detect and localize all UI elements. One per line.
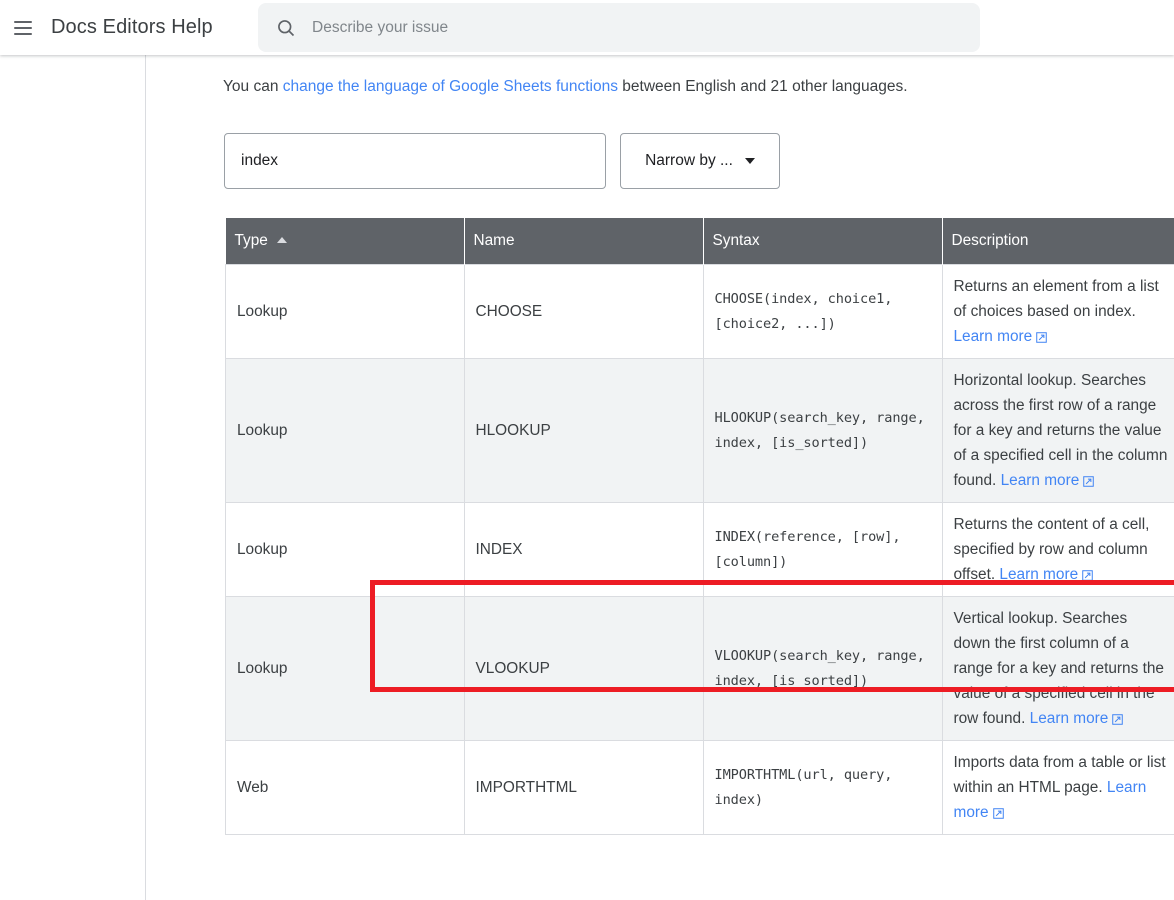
change-language-link[interactable]: change the language of Google Sheets fun…: [283, 78, 618, 95]
functions-table: Type Name Syntax Description Lookup CHOO…: [225, 218, 1174, 835]
cell-name: INDEX: [463, 502, 704, 597]
page-body: You can change the language of Google Sh…: [0, 55, 1174, 900]
table-row: Web IMPORTHTML IMPORTHTML(url, query, inde…: [225, 740, 1174, 835]
table-row: Lookup INDEX INDEX(reference, [row], [colu…: [225, 502, 1174, 597]
hamburger-bar: [14, 26, 32, 29]
learn-more-link[interactable]: Learn more: [1030, 710, 1109, 727]
external-link-icon: [992, 808, 1004, 819]
table-header-row: Type Name Syntax Description: [225, 218, 1174, 265]
search-icon: [278, 19, 295, 36]
main-content: You can change the language of Google Sh…: [146, 55, 1174, 900]
function-filter-input[interactable]: [224, 133, 606, 189]
table-body: Lookup CHOOSE CHOOSE(index, choice1, [choi…: [225, 264, 1174, 835]
cell-name: VLOOKUP: [463, 596, 704, 741]
cell-syntax: VLOOKUP(search_key, range, index, [is_so…: [702, 596, 943, 741]
column-header-syntax-label: Syntax: [712, 232, 760, 249]
learn-more-link[interactable]: Learn more: [954, 328, 1033, 345]
column-header-description[interactable]: Description: [942, 218, 1174, 265]
cell-name: IMPORTHTML: [463, 740, 704, 835]
table-row: Lookup VLOOKUP VLOOKUP(search_key, range, …: [225, 596, 1174, 741]
help-search-box[interactable]: [258, 3, 980, 52]
table-head: Type Name Syntax Description: [225, 218, 1174, 265]
functions-table-wrapper: Type Name Syntax Description Lookup CHOO…: [225, 218, 1174, 835]
intro-paragraph: You can change the language of Google Sh…: [223, 76, 908, 98]
cell-description: Returns an element from a list of choice…: [941, 264, 1174, 359]
cell-description: Imports data from a table or list within…: [941, 740, 1174, 835]
cell-syntax: INDEX(reference, [row], [column]): [702, 502, 943, 597]
cell-description: Returns the content of a cell, specified…: [941, 502, 1174, 597]
sort-ascending-icon: [276, 236, 287, 243]
cell-syntax: CHOOSE(index, choice1, [choice2, ...]): [702, 264, 943, 359]
cell-type: Lookup: [225, 264, 465, 359]
intro-text-after: between English and 21 other languages.: [618, 78, 908, 95]
cell-type: Lookup: [225, 358, 465, 503]
search-input[interactable]: [312, 18, 932, 37]
table-row: Lookup CHOOSE CHOOSE(index, choice1, [choi…: [225, 264, 1174, 359]
cell-name: HLOOKUP: [463, 358, 704, 503]
narrow-by-label: Narrow by ...: [645, 152, 733, 169]
column-header-type[interactable]: Type: [225, 218, 465, 265]
cell-description: Vertical lookup. Searches down the first…: [941, 596, 1174, 741]
chevron-down-icon: [744, 158, 755, 164]
app-header: Docs Editors Help: [0, 0, 1174, 55]
product-title[interactable]: Docs Editors Help: [51, 16, 213, 39]
column-header-type-label: Type: [234, 232, 268, 249]
cell-description: Horizontal lookup. Searches across the f…: [941, 358, 1174, 503]
external-link-icon: [1083, 476, 1095, 487]
hamburger-menu-icon[interactable]: [14, 16, 38, 40]
table-row: Lookup HLOOKUP HLOOKUP(search_key, range, …: [225, 358, 1174, 503]
cell-type: Web: [225, 740, 465, 835]
description-text: Returns an element from a list of choice…: [953, 278, 1159, 320]
external-link-icon: [1082, 570, 1093, 581]
hamburger-bar: [14, 32, 32, 35]
learn-more-link[interactable]: Learn more: [999, 566, 1078, 583]
cell-type: Lookup: [225, 502, 465, 597]
external-link-icon: [1036, 332, 1047, 343]
intro-text-before: You can: [223, 78, 283, 95]
cell-name: CHOOSE: [463, 264, 704, 359]
learn-more-link[interactable]: Learn more: [1001, 472, 1080, 489]
column-header-syntax[interactable]: Syntax: [703, 218, 943, 265]
column-header-name-label: Name: [473, 232, 515, 249]
external-link-icon: [1112, 714, 1124, 725]
hamburger-bar: [14, 20, 32, 23]
cell-type: Lookup: [225, 596, 465, 741]
column-header-name[interactable]: Name: [464, 218, 704, 265]
cell-syntax: HLOOKUP(search_key, range, index, [is_so…: [702, 358, 943, 503]
column-header-description-label: Description: [951, 232, 1029, 249]
sidebar-rail: [0, 55, 146, 900]
cell-syntax: IMPORTHTML(url, query, index): [702, 740, 943, 835]
narrow-by-dropdown[interactable]: Narrow by ...: [620, 133, 780, 189]
